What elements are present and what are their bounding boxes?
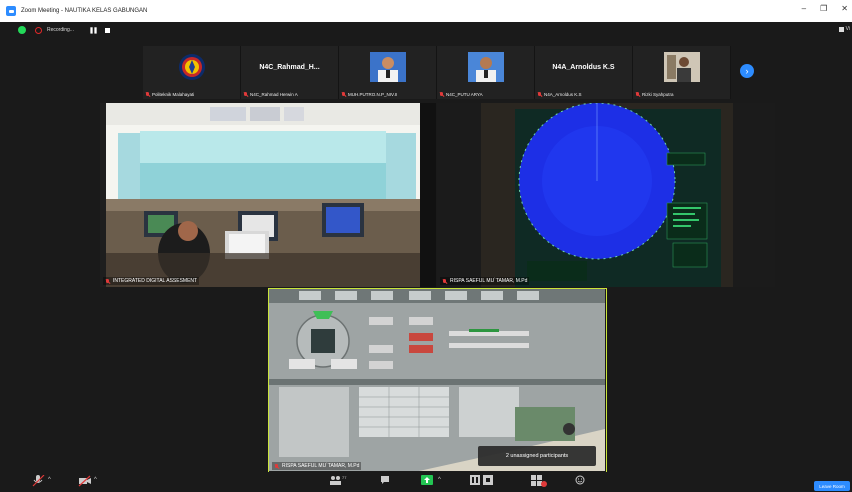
- recording-indicator: Recording...: [35, 26, 74, 34]
- video-participant-name: INTEGRATED DIGITAL ASSESMENT: [113, 278, 198, 284]
- participant-tile[interactable]: N4C_Rahmad_H... N4C_Rahmad Herwin A: [241, 46, 339, 99]
- participant-tile[interactable]: MUH.PUTRO.N.P_NIV.II: [339, 46, 437, 99]
- video-tile-rispa-radar[interactable]: RISPA SAEFUL MU`TAMAR, M.Pd: [437, 103, 775, 287]
- participants-icon[interactable]: [329, 475, 341, 485]
- participant-tile[interactable]: N4C_PUTU ARYA: [437, 46, 535, 99]
- grid-view-icon: [838, 26, 844, 32]
- stop-video-icon[interactable]: [78, 475, 92, 487]
- mute-microphone-icon[interactable]: [32, 475, 46, 487]
- video-participant-name: RISPA SAEFUL MU`TAMAR, M.Pd: [282, 463, 360, 469]
- participant-name: MUH.PUTRO.N.P_NIV.II: [348, 92, 398, 97]
- next-page-arrow-icon[interactable]: ›: [740, 64, 754, 78]
- video-options-chevron-icon[interactable]: ^: [94, 477, 97, 483]
- bridge-simulator-video: [100, 103, 436, 287]
- participant-name: Politeknik Malahayati: [152, 92, 195, 97]
- view-button[interactable]: Vi: [838, 26, 850, 32]
- mic-muted-icon: [341, 92, 346, 97]
- mic-muted-icon: [243, 92, 248, 97]
- radar-screen-video: [437, 103, 775, 287]
- participant-tile[interactable]: Rizki Syahputra: [633, 46, 731, 99]
- participant-name: N4A_Arnoldus K.S: [544, 92, 582, 97]
- maximize-button[interactable]: ❐: [820, 4, 827, 13]
- recording-icon: [35, 26, 42, 34]
- mic-muted-icon: [635, 92, 640, 97]
- meeting-topbar: Recording... ❚❚ Vi: [0, 22, 852, 38]
- stop-recording-button[interactable]: [105, 27, 111, 33]
- zoom-app-icon: [6, 6, 16, 16]
- record-pause-stop-icon[interactable]: [470, 475, 494, 485]
- reactions-icon[interactable]: [575, 475, 585, 485]
- mic-muted-icon: [439, 92, 444, 97]
- participants-count: 77: [342, 475, 347, 480]
- window-title: Zoom Meeting - NAUTIKA KELAS GABUNGAN: [21, 8, 148, 14]
- participant-name: N4C_PUTU ARYA: [446, 92, 483, 97]
- unassigned-participants-tooltip: 2 unassigned participants: [478, 446, 596, 466]
- breakout-rooms-icon[interactable]: [531, 475, 547, 487]
- encryption-shield-icon[interactable]: [18, 26, 26, 34]
- mic-muted-icon: [105, 278, 110, 284]
- recording-label: Recording...: [47, 27, 74, 33]
- participant-name: N4C_Rahmad Herwin A: [250, 92, 298, 97]
- minimize-button[interactable]: –: [802, 4, 806, 13]
- pause-recording-button[interactable]: ❚❚: [89, 27, 98, 34]
- participant-name: Rizki Syahputra: [642, 92, 674, 97]
- share-screen-icon[interactable]: [421, 475, 433, 485]
- mic-muted-icon: [537, 92, 542, 97]
- meeting-toolbar: ^ ^ 77 ^ Leave Room: [0, 472, 852, 492]
- participant-display-name: N4A_Arnoldus K.S: [552, 64, 615, 71]
- mic-unmuted-icon: [274, 463, 279, 469]
- video-tile-integrated-digital-assessment[interactable]: INTEGRATED DIGITAL ASSESMENT: [100, 103, 436, 287]
- window-controls: – ❐ ✕: [802, 4, 848, 13]
- audio-options-chevron-icon[interactable]: ^: [48, 477, 51, 483]
- participant-tile[interactable]: N4A_Arnoldus K.S N4A_Arnoldus K.S: [535, 46, 633, 99]
- control-panel-video: [269, 289, 605, 471]
- participant-display-name: N4C_Rahmad_H...: [259, 64, 320, 71]
- share-options-chevron-icon[interactable]: ^: [438, 477, 441, 483]
- participant-tile[interactable]: Politeknik Malahayati: [143, 46, 241, 99]
- close-button[interactable]: ✕: [841, 4, 848, 13]
- participant-photo: [370, 52, 406, 82]
- view-label: Vi: [845, 26, 850, 32]
- video-participant-name: RISPA SAEFUL MU`TAMAR, M.Pd: [450, 278, 528, 284]
- window-titlebar: Zoom Meeting - NAUTIKA KELAS GABUNGAN – …: [0, 0, 852, 22]
- leave-room-button[interactable]: Leave Room: [814, 481, 850, 491]
- participant-photo: [664, 52, 700, 82]
- politeknik-logo: [179, 54, 205, 80]
- mic-muted-icon: [442, 278, 447, 284]
- chat-icon[interactable]: [380, 475, 390, 485]
- participant-photo: [468, 52, 504, 82]
- mic-muted-icon: [145, 92, 150, 97]
- participant-gallery-strip: Politeknik Malahayati N4C_Rahmad_H... N4…: [143, 46, 733, 99]
